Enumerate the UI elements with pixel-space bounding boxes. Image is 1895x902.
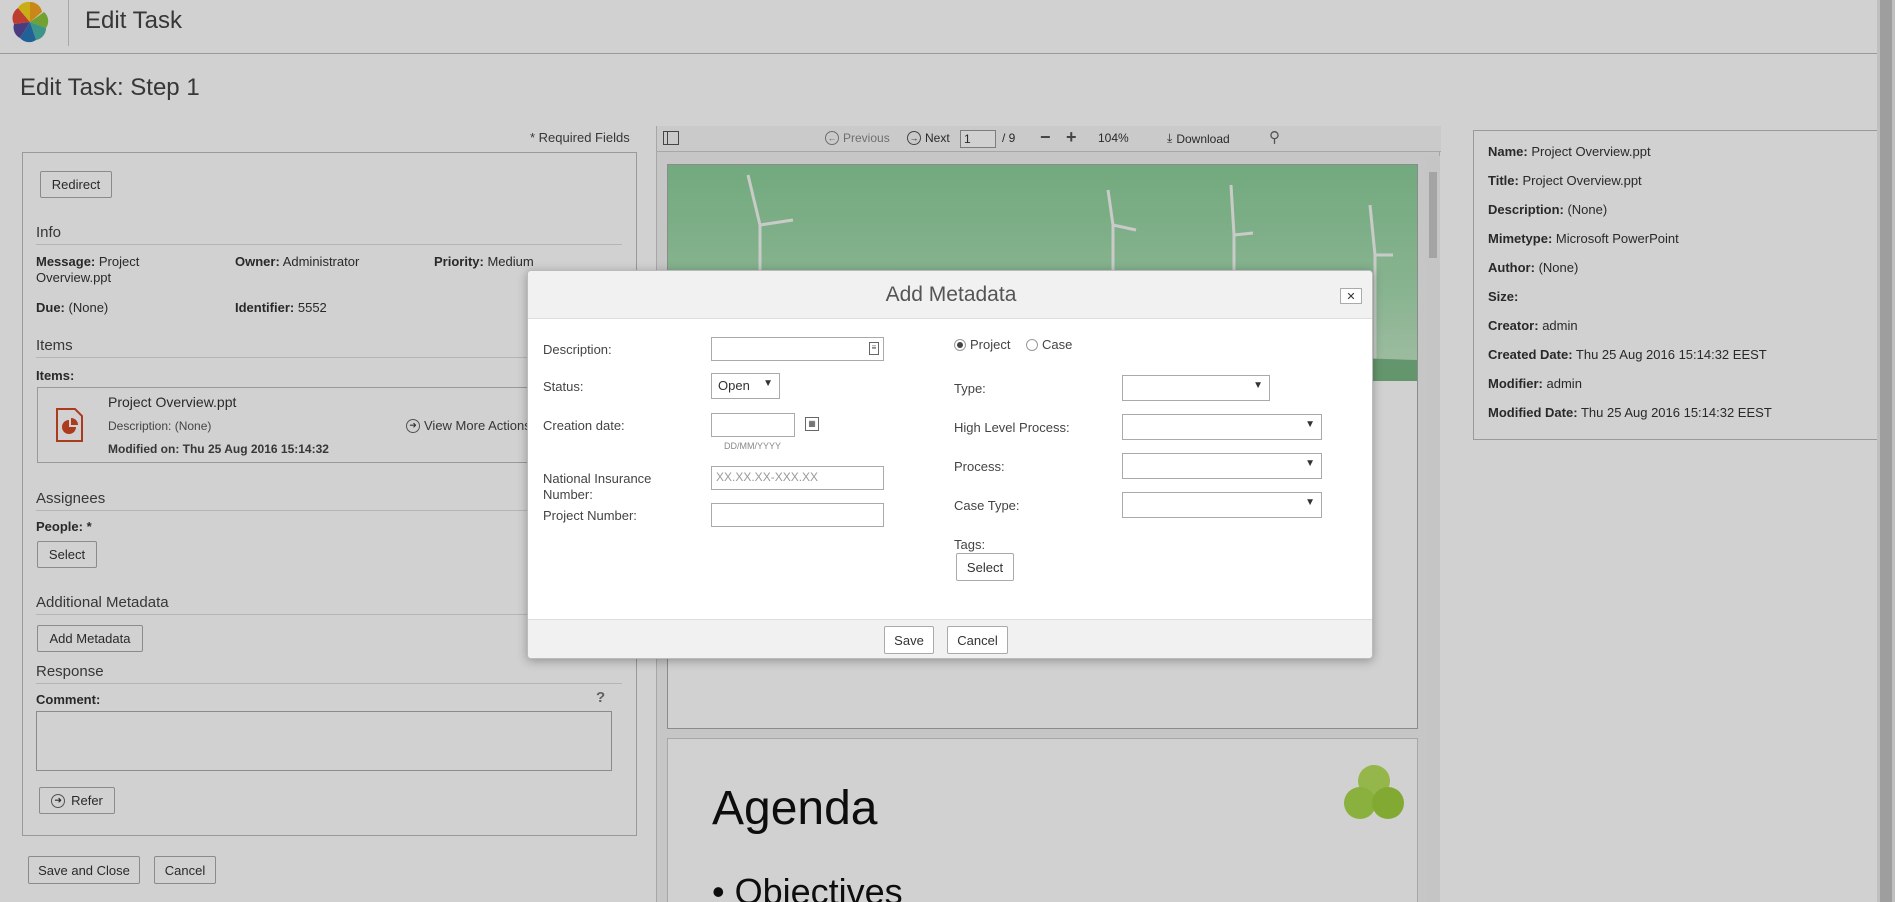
radio-project[interactable]: Project (954, 337, 1010, 352)
national-insurance-input[interactable]: XX.XX.XX-XXX.XX (711, 466, 884, 490)
radio-case-label: Case (1042, 337, 1073, 352)
radio-unselected-icon (1026, 338, 1038, 351)
close-icon[interactable]: ✕ (1340, 288, 1362, 304)
cancel-dialog-button[interactable]: Cancel (947, 626, 1008, 654)
text-editor-icon[interactable]: ≡ (869, 342, 879, 355)
radio-case[interactable]: Case (1026, 337, 1072, 352)
high-level-process-select[interactable]: ▼ (1122, 414, 1322, 440)
radio-selected-icon (954, 338, 966, 351)
ni-label-line-1: National Insurance (543, 471, 652, 486)
ni-label-line-2: Number: (543, 487, 593, 502)
dropdown-arrow-icon: ▼ (1253, 380, 1263, 391)
dropdown-arrow-icon: ▼ (763, 378, 773, 389)
description-label: Description: (543, 342, 612, 357)
case-type-label: Case Type: (954, 498, 1020, 513)
status-label: Status: (543, 379, 584, 394)
type-label: Type: (954, 381, 986, 396)
project-number-input[interactable] (711, 503, 884, 527)
dropdown-arrow-icon: ▼ (1305, 497, 1315, 508)
creation-date-label: Creation date: (543, 418, 625, 433)
project-number-label: Project Number: (543, 508, 637, 523)
dropdown-arrow-icon: ▼ (1305, 419, 1315, 430)
calendar-icon[interactable]: ▦ (805, 417, 819, 431)
save-button[interactable]: Save (884, 626, 934, 654)
case-type-select[interactable]: ▼ (1122, 492, 1322, 518)
type-select[interactable]: ▼ (1122, 375, 1270, 401)
national-insurance-label: National Insurance Number: (543, 471, 651, 503)
high-level-process-label: High Level Process: (954, 420, 1070, 435)
radio-project-label: Project (970, 337, 1011, 352)
add-metadata-dialog: Add Metadata ✕ Description: ≡ Status: Op… (527, 270, 1373, 659)
tags-label: Tags: (954, 537, 986, 552)
dropdown-arrow-icon: ▼ (1305, 458, 1315, 469)
dialog-footer: Save Cancel (528, 619, 1372, 658)
process-select[interactable]: ▼ (1122, 453, 1322, 479)
status-select[interactable]: Open ▼ (711, 373, 780, 399)
date-format-hint: DD/MM/YYYY (724, 441, 782, 451)
process-label: Process: (954, 459, 1005, 474)
creation-date-input[interactable] (711, 413, 795, 437)
status-value: Open (718, 378, 750, 393)
select-tags-button[interactable]: Select (956, 553, 1014, 581)
dialog-title: Add Metadata (885, 283, 1017, 306)
dialog-header: Add Metadata ✕ (528, 271, 1372, 319)
description-input[interactable]: ≡ (711, 337, 884, 361)
